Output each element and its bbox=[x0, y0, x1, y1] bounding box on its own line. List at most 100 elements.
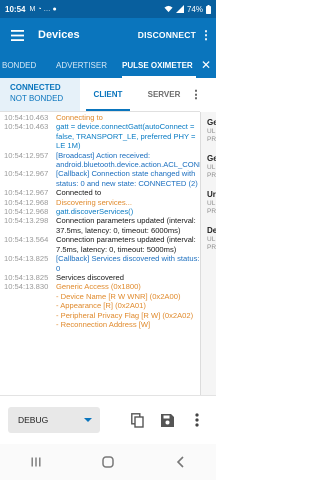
log-level-value: DEBUG bbox=[18, 415, 49, 425]
service-item[interactable]: GeULPR bbox=[201, 148, 216, 184]
log-row: 10:54:13.830 Generic Access (0x1800) - De… bbox=[0, 282, 200, 329]
menu-button[interactable] bbox=[0, 18, 34, 52]
log-message: Discovering services... bbox=[56, 197, 132, 207]
log-message: gatt.discoverServices() bbox=[56, 207, 134, 217]
log-row: 10:54:13.298 Connection parameters update… bbox=[0, 216, 200, 235]
save-button[interactable] bbox=[156, 409, 178, 431]
log-row: 10:54:10.463 gatt = device.connectGatt(au… bbox=[0, 122, 200, 150]
status-bar: 10:54 M ◔ … ● 74% bbox=[0, 0, 216, 18]
log-timestamp: 10:54:10.463 bbox=[4, 113, 49, 122]
log-timestamp: 10:54:12.967 bbox=[4, 169, 49, 179]
service-item-l2: UL bbox=[207, 200, 216, 207]
back-icon bbox=[176, 456, 184, 468]
log-timestamp: 10:54:13.825 bbox=[4, 254, 49, 264]
service-item-l3: PR bbox=[207, 244, 216, 251]
log-timestamp: 10:54:12.968 bbox=[4, 207, 49, 217]
log-message: gatt = device.connectGatt(autoConnect = … bbox=[56, 122, 196, 151]
whatsapp-icon: ◔ bbox=[37, 5, 42, 13]
log-message: Connected to bbox=[56, 188, 102, 198]
log-message: Services discovered bbox=[56, 272, 124, 282]
log-row: 10:54:13.825 Services discovered bbox=[0, 273, 200, 282]
dropdown-arrow-icon bbox=[84, 418, 92, 422]
tab-advertiser[interactable]: ADVERTISER bbox=[56, 52, 122, 78]
close-device-icon[interactable]: ✕ bbox=[196, 58, 216, 72]
log-message: [Broadcast] Action received: android.blu… bbox=[56, 150, 200, 170]
hamburger-icon bbox=[10, 29, 24, 41]
bottom-bar: DEBUG bbox=[0, 395, 216, 444]
service-item-l3: PR bbox=[207, 208, 216, 215]
service-item-l3: PR bbox=[207, 172, 216, 179]
log-level-select[interactable]: DEBUG bbox=[8, 407, 100, 433]
log-timestamp: 10:54:13.564 bbox=[4, 235, 49, 245]
service-item-l2: UL bbox=[207, 128, 216, 135]
log-row: 10:54:12.967 Connected to bbox=[0, 188, 200, 197]
log-message: Generic Access (0x1800) - Device Name [R… bbox=[56, 282, 194, 329]
connection-status: CONNECTED NOT BONDED bbox=[0, 78, 80, 111]
log-message: Connecting to bbox=[56, 113, 103, 122]
battery-percent: 74% bbox=[186, 4, 203, 14]
service-item-l1: Ge bbox=[207, 118, 216, 127]
copy-button[interactable] bbox=[126, 409, 148, 431]
home-icon bbox=[102, 456, 114, 468]
page-title: Devices bbox=[38, 29, 80, 41]
service-item-l1: De bbox=[207, 226, 216, 235]
more-vert-icon bbox=[195, 413, 199, 427]
system-nav-bar bbox=[0, 444, 216, 480]
overflow-menu-button[interactable]: ⋮ bbox=[196, 28, 216, 42]
dot-icon: ● bbox=[52, 5, 57, 13]
log-row: 10:54:12.967 [Callback] Connection state … bbox=[0, 169, 200, 188]
bottom-more-button[interactable] bbox=[186, 409, 208, 431]
log-message: Connection parameters updated (interval:… bbox=[56, 235, 196, 254]
tab-server[interactable]: SERVER bbox=[136, 78, 192, 111]
recents-button[interactable] bbox=[21, 447, 51, 477]
service-item-l3: PR bbox=[207, 136, 216, 143]
log-row: 10:54:12.968 Discovering services... bbox=[0, 198, 200, 207]
signal-icon bbox=[175, 5, 184, 13]
log-timestamp: 10:54:10.463 bbox=[4, 122, 49, 132]
bond-state: NOT BONDED bbox=[10, 94, 64, 103]
tab-client[interactable]: CLIENT bbox=[80, 78, 136, 111]
device-tabs: BONDED ADVERTISER PULSE OXIMETER ✕ bbox=[0, 52, 216, 78]
log-timestamp: 10:54:12.957 bbox=[4, 150, 49, 160]
copy-icon bbox=[130, 412, 144, 428]
service-item-l1: Ur bbox=[207, 190, 216, 199]
wifi-icon bbox=[164, 5, 173, 13]
disconnect-button[interactable]: DISCONNECT bbox=[138, 30, 196, 40]
gmail-icon: M bbox=[29, 5, 36, 13]
connection-more-button[interactable]: ⋮ bbox=[191, 78, 202, 111]
services-side-panel[interactable]: GeULPRGeULPRUrULPRDeULPR bbox=[200, 112, 216, 395]
service-item[interactable]: Ur UL PR bbox=[201, 184, 216, 220]
log-timestamp: 10:54:13.830 bbox=[4, 282, 49, 292]
back-button[interactable] bbox=[165, 447, 195, 477]
more-notifications-icon: … bbox=[43, 5, 51, 13]
log-row: 10:54:10.463 Connecting to bbox=[0, 113, 200, 122]
service-item-l2: UL bbox=[207, 164, 216, 171]
log-timestamp: 10:54:12.967 bbox=[4, 188, 49, 198]
log-row: 10:54:12.957 [Broadcast] Action received:… bbox=[0, 151, 200, 170]
tab-pulse-oximeter[interactable]: PULSE OXIMETER bbox=[122, 52, 196, 78]
log-row: 10:54:12.968 gatt.discoverServices() bbox=[0, 207, 200, 216]
service-item-l1: Ge bbox=[207, 154, 216, 163]
log-row: 10:54:13.564 Connection parameters update… bbox=[0, 235, 200, 254]
save-icon bbox=[160, 413, 174, 427]
app-bar: Devices DISCONNECT ⋮ bbox=[0, 18, 216, 52]
battery-icon bbox=[206, 4, 211, 14]
status-time: 10:54 bbox=[5, 4, 26, 14]
connection-bar: CONNECTED NOT BONDED CLIENT SERVER ⋮ bbox=[0, 78, 202, 112]
log-row: 10:54:13.825 [Callback] Services discover… bbox=[0, 254, 200, 273]
log-message: Connection parameters updated (interval:… bbox=[56, 216, 196, 235]
log-message: [Callback] Connection state changed with… bbox=[56, 169, 198, 188]
home-button[interactable] bbox=[93, 447, 123, 477]
log-timestamp: 10:54:13.825 bbox=[4, 272, 49, 282]
service-item[interactable]: GeULPR bbox=[201, 112, 216, 148]
log-list[interactable]: 10:54:10.463 Connecting to 10:54:10.463 gat… bbox=[0, 112, 200, 395]
service-item[interactable]: DeULPR bbox=[201, 220, 216, 256]
tab-bonded[interactable]: BONDED bbox=[0, 52, 56, 78]
connection-state: CONNECTED bbox=[10, 83, 61, 92]
recents-icon bbox=[31, 457, 41, 467]
log-timestamp: 10:54:12.968 bbox=[4, 197, 49, 207]
log-timestamp: 10:54:13.298 bbox=[4, 216, 49, 226]
notification-icons: M ◔ … ● bbox=[29, 6, 56, 13]
service-item-l2: UL bbox=[207, 236, 216, 243]
log-message: [Callback] Services discovered with stat… bbox=[56, 254, 200, 273]
